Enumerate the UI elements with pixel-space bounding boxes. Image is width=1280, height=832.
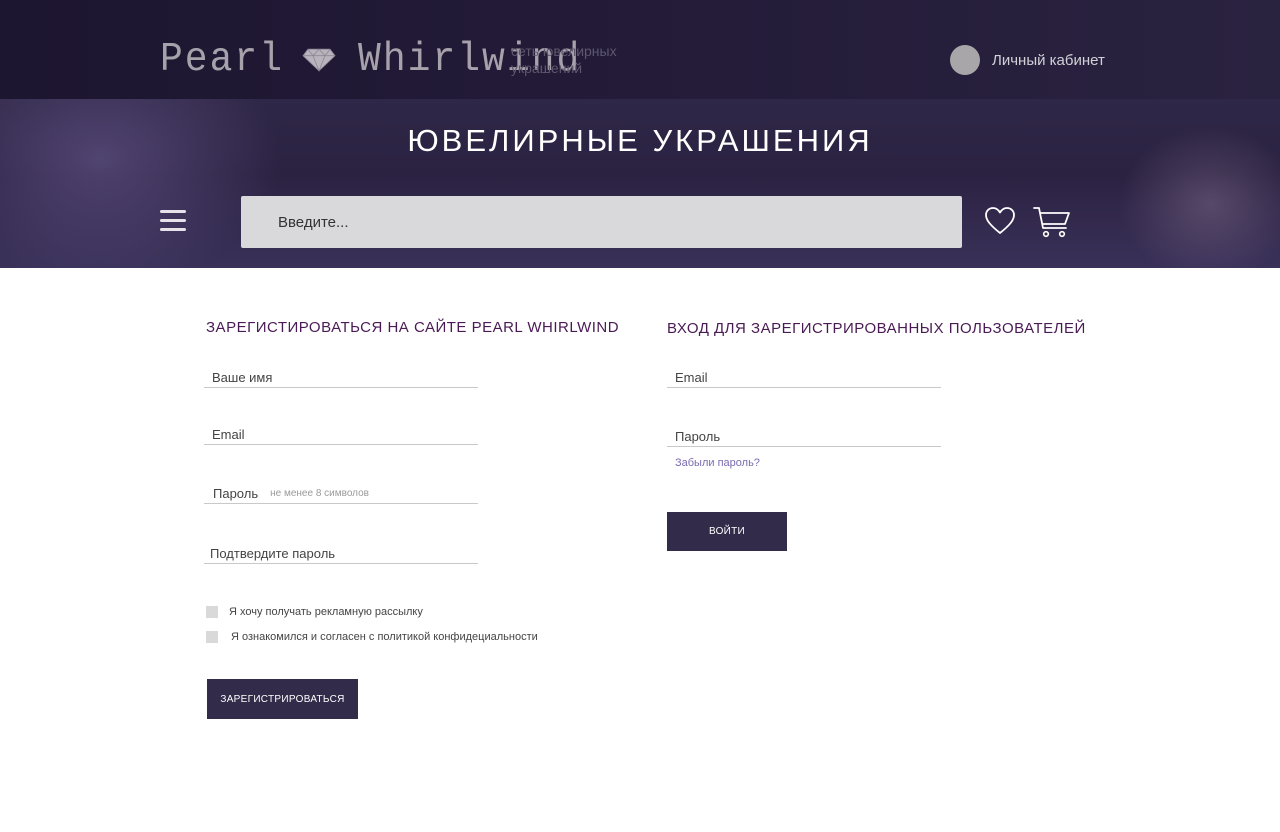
newsletter-checkbox-row[interactable]: Я хочу получать рекламную рассылку (206, 606, 423, 618)
password-field-label: Пароль (213, 486, 259, 501)
email-field-label: Email (212, 427, 245, 442)
account-label[interactable]: Личный кабинет (992, 52, 1105, 69)
menu-icon[interactable] (160, 210, 186, 232)
heart-icon[interactable] (984, 206, 1016, 236)
login-button[interactable]: ВОЙТИ (667, 512, 787, 551)
login-email-label: Email (675, 370, 708, 385)
privacy-checkbox-row[interactable]: Я ознакомился и согласен с политикой кон… (206, 631, 538, 643)
login-password-field[interactable]: Пароль (667, 423, 941, 447)
hero-banner: ЮВЕЛИРНЫЕ УКРАШЕНИЯ (0, 99, 1280, 268)
register-title: ЗАРЕГИСТИРОВАТЬСЯ НА САЙТЕ PEARL WHIRLWI… (206, 319, 620, 336)
confirm-password-field[interactable]: Подтвердите пароль (204, 540, 478, 564)
page-title: ЮВЕЛИРНЫЕ УКРАШЕНИЯ (407, 123, 873, 158)
forgot-password-link[interactable]: Забыли пароль? (675, 457, 760, 469)
avatar[interactable] (950, 45, 980, 75)
password-field[interactable]: Пароль не менее 8 символов (204, 480, 478, 504)
email-field[interactable]: Email (204, 421, 478, 445)
diamond-icon (302, 48, 336, 72)
search-input[interactable] (241, 196, 962, 248)
password-hint: не менее 8 символов (270, 488, 369, 499)
newsletter-checkbox[interactable] (206, 606, 218, 618)
account-link[interactable]: Личный кабинет (950, 45, 1105, 75)
privacy-checkbox[interactable] (206, 631, 218, 643)
privacy-label: Я ознакомился и согласен с политикой кон… (231, 631, 538, 643)
cart-icon[interactable] (1033, 205, 1071, 239)
register-button[interactable]: ЗАРЕГИСТРИРОВАТЬСЯ (207, 679, 358, 719)
name-field-label: Ваше имя (212, 370, 273, 385)
site-tagline: сеть ювелирных украшений (511, 43, 617, 76)
login-title: ВХОД ДЛЯ ЗАРЕГИСТРИРОВАННЫХ ПОЛЬЗОВАТЕЛЕ… (667, 320, 1086, 337)
top-header: Pearl Whirlwind сеть ювелирных украшений… (0, 0, 1280, 99)
login-email-field[interactable]: Email (667, 364, 941, 388)
confirm-password-label: Подтвердите пароль (210, 546, 336, 561)
name-field[interactable]: Ваше имя (204, 364, 478, 388)
newsletter-label: Я хочу получать рекламную рассылку (229, 606, 423, 618)
login-password-label: Пароль (675, 429, 721, 444)
logo-word-pearl: Pearl (160, 36, 285, 83)
